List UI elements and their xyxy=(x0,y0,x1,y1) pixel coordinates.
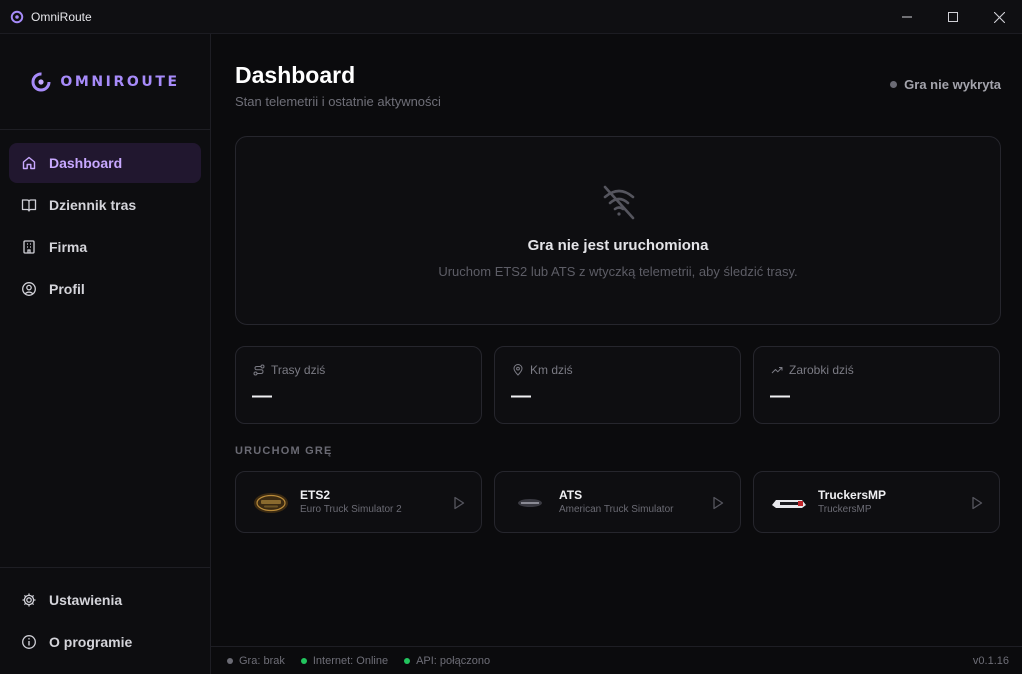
launch-ets2-card[interactable]: ETS2 Euro Truck Simulator 2 xyxy=(235,471,482,533)
status-internet: Internet: Online xyxy=(300,654,389,667)
stat-value: — xyxy=(770,385,790,407)
stat-label-row: Zarobki dziś xyxy=(771,363,854,377)
ets2-logo xyxy=(253,489,289,517)
sidebar-item-label: Dziennik tras xyxy=(49,197,137,213)
truckersmp-logo xyxy=(771,489,807,517)
game-description: American Truck Simulator xyxy=(559,504,674,515)
play-icon[interactable] xyxy=(712,496,724,510)
launch-games-row: ETS2 Euro Truck Simulator 2 ATS American… xyxy=(235,471,1000,533)
ats-logo-icon xyxy=(518,499,542,507)
sidebar-item-dashboard[interactable]: Dashboard xyxy=(9,143,201,183)
main-content: Dashboard Stan telemetrii i ostatnie akt… xyxy=(211,34,1022,646)
sidebar-item-dziennik-tras[interactable]: Dziennik tras xyxy=(9,185,201,225)
window-titlebar[interactable]: OmniRoute xyxy=(0,0,1022,34)
status-api-text: API: połączono xyxy=(416,654,491,667)
play-icon[interactable] xyxy=(453,496,465,510)
window-controls xyxy=(884,0,1022,34)
stat-label-row: Km dziś xyxy=(512,363,573,377)
launch-section-label: URUCHOM GRĘ xyxy=(235,445,333,457)
status-dot-icon xyxy=(404,657,411,664)
page-title: Dashboard xyxy=(235,62,356,88)
close-icon xyxy=(993,11,1005,23)
stat-label-row: Trasy dziś xyxy=(253,363,325,377)
hero-title: Gra nie jest uruchomiona xyxy=(527,237,709,254)
info-icon xyxy=(22,635,36,649)
logo-text: OMNIROUTE xyxy=(60,73,180,90)
game-not-running-panel: Gra nie jest uruchomiona Uruchom ETS2 lu… xyxy=(235,136,1001,325)
stat-card-km: Km dziś — xyxy=(494,346,741,424)
status-dot-icon xyxy=(300,657,307,664)
maximize-button[interactable] xyxy=(930,0,976,34)
close-button[interactable] xyxy=(976,0,1022,34)
sidebar-item-profil[interactable]: Profil xyxy=(9,269,201,309)
book-icon xyxy=(21,199,37,212)
page-subtitle: Stan telemetrii i ostatnie aktywności xyxy=(235,94,441,109)
trending-up-icon xyxy=(771,367,783,374)
window-title: OmniRoute xyxy=(31,9,92,24)
gear-icon xyxy=(22,593,36,607)
launch-ats-card[interactable]: ATS American Truck Simulator xyxy=(494,471,741,533)
version-label: v0.1.16 xyxy=(972,655,1009,667)
minimize-icon xyxy=(902,16,912,18)
launch-truckersmp-card[interactable]: TruckersMP TruckersMP xyxy=(753,471,1000,533)
play-icon[interactable] xyxy=(971,496,983,510)
user-icon xyxy=(22,282,36,296)
ets2-logo-icon xyxy=(254,493,288,513)
sidebar-item-label: Profil xyxy=(49,281,85,297)
status-api: API: połączono xyxy=(404,655,490,667)
sidebar-item-label: O programie xyxy=(49,634,133,650)
stat-label: Trasy dziś xyxy=(271,363,326,377)
game-name: TruckersMP xyxy=(818,488,887,502)
wifi-off-icon xyxy=(603,185,635,220)
game-status-indicator: Gra nie wykryta xyxy=(890,77,1001,92)
game-name: ETS2 xyxy=(300,488,331,502)
status-dot-icon xyxy=(227,657,233,664)
sidebar-nav: Dashboard Dziennik tras Firma Profil xyxy=(0,130,210,309)
app-icon xyxy=(10,10,24,23)
route-icon xyxy=(253,364,265,376)
building-icon xyxy=(23,240,35,254)
stat-card-zarobki: Zarobki dziś — xyxy=(753,346,1000,424)
stat-value: — xyxy=(511,385,531,407)
sidebar-item-label: Firma xyxy=(49,239,88,255)
logo-icon xyxy=(31,72,51,91)
status-bar: Gra: brak Internet: Online API: połączon… xyxy=(211,646,1022,674)
stat-label: Zarobki dziś xyxy=(789,363,854,377)
logo: OMNIROUTE xyxy=(0,34,210,130)
game-description: TruckersMP xyxy=(818,504,872,515)
sidebar: OMNIROUTE Dashboard Dziennik tras Firma … xyxy=(0,34,211,674)
status-dot-icon xyxy=(890,81,898,88)
ats-logo xyxy=(512,489,548,517)
game-name: ATS xyxy=(559,488,583,502)
status-game: Gra: brak xyxy=(227,655,285,667)
status-internet-text: Internet: Online xyxy=(312,654,389,667)
stat-label: Km dziś xyxy=(530,363,573,377)
home-icon xyxy=(22,156,36,170)
sidebar-bottom: Ustawienia O programie xyxy=(0,567,210,674)
maximize-icon xyxy=(948,12,958,22)
minimize-button[interactable] xyxy=(884,0,930,34)
map-pin-icon xyxy=(513,364,523,376)
sidebar-item-firma[interactable]: Firma xyxy=(9,227,201,267)
sidebar-item-o-programie[interactable]: O programie xyxy=(9,622,201,662)
sidebar-item-ustawienia[interactable]: Ustawienia xyxy=(9,580,201,620)
game-description: Euro Truck Simulator 2 xyxy=(300,504,402,515)
hero-subtitle: Uruchom ETS2 lub ATS z wtyczką telemetri… xyxy=(438,264,798,279)
truckersmp-logo-icon xyxy=(772,500,806,508)
sidebar-item-label: Dashboard xyxy=(49,155,123,171)
sidebar-item-label: Ustawienia xyxy=(49,592,123,608)
stat-card-trasy: Trasy dziś — xyxy=(235,346,482,424)
status-game-text: Gra: brak xyxy=(239,654,285,667)
stats-row: Trasy dziś — Km dziś — Zarobki dziś — xyxy=(235,346,1000,424)
game-status-text: Gra nie wykryta xyxy=(904,77,1001,92)
stat-value: — xyxy=(252,385,272,407)
